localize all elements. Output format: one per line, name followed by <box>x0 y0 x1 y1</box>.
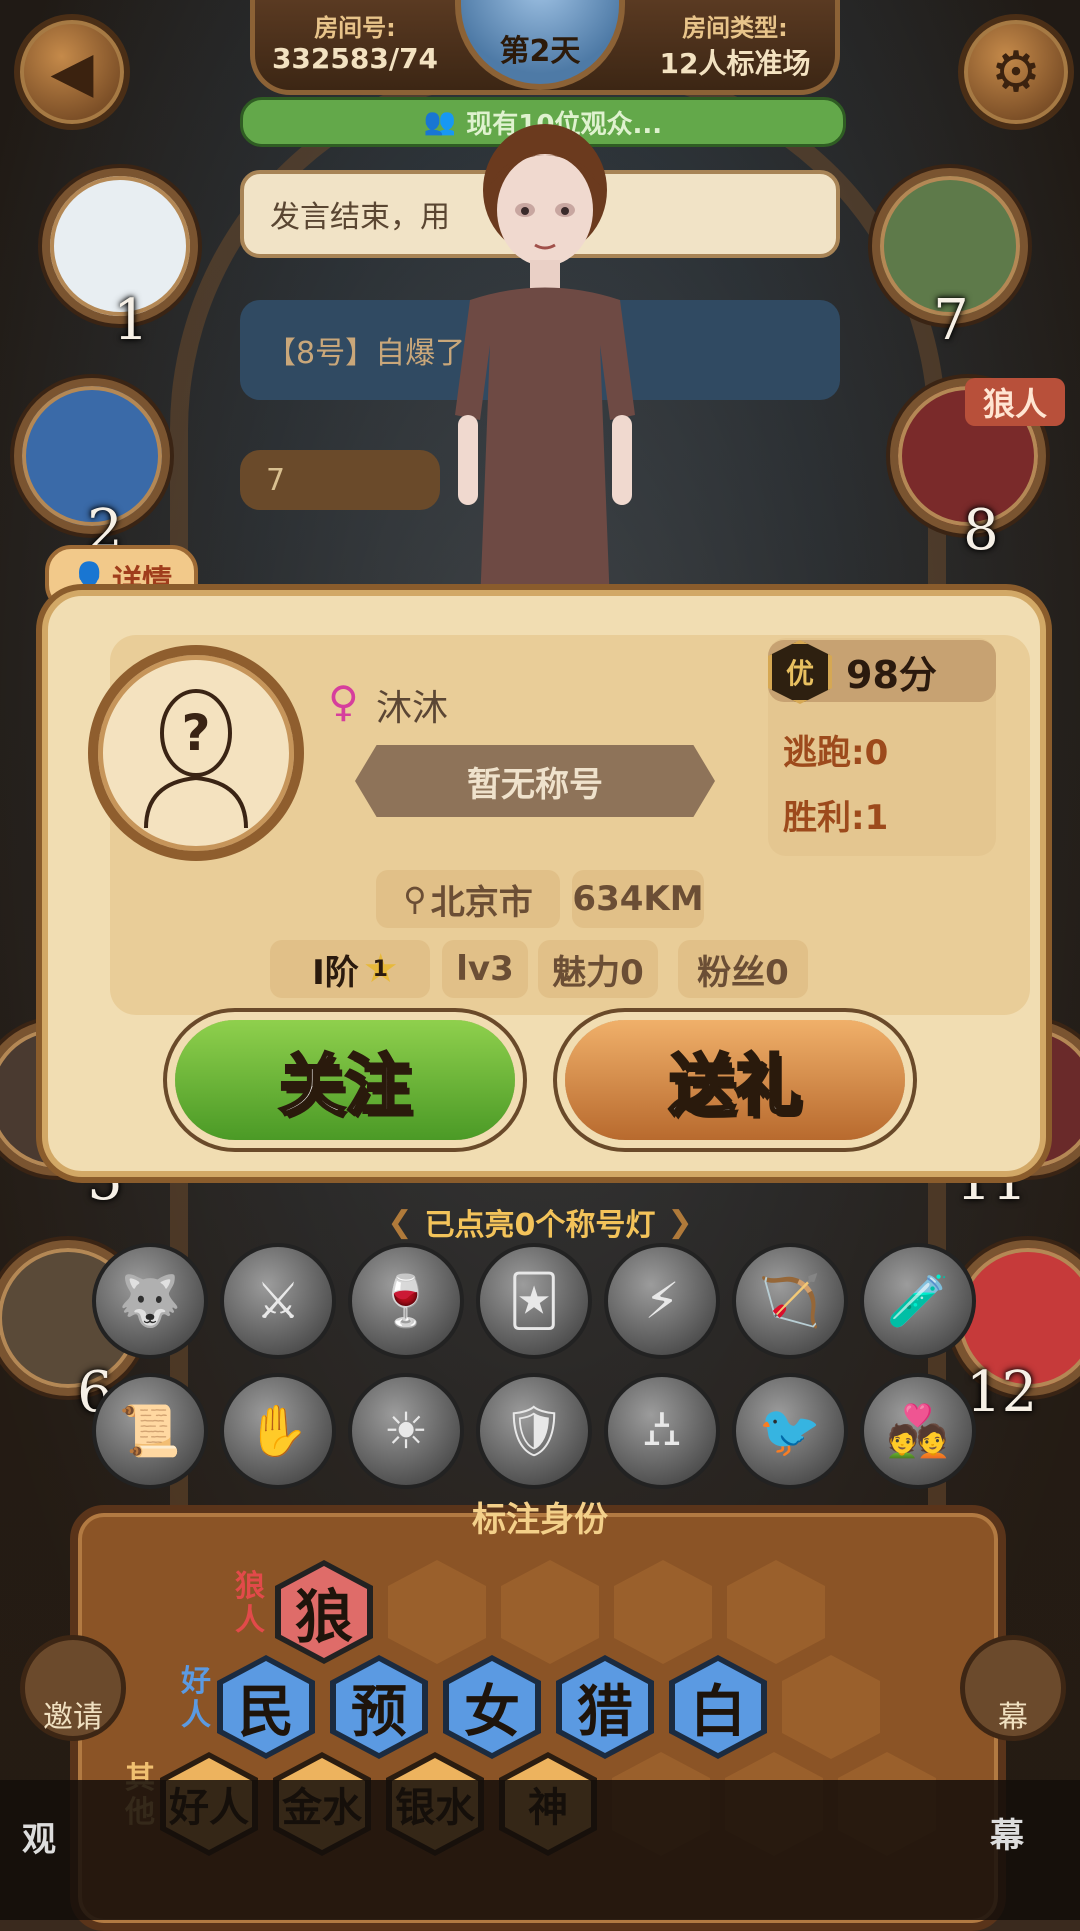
seat-number: 7 <box>933 288 969 353</box>
charm-chip: 魅力0 <box>538 940 658 998</box>
barrage-toggle[interactable]: 幕 <box>990 1808 1024 1857</box>
tombstone-icon[interactable]: ⛼ <box>604 1373 720 1489</box>
player-character <box>455 124 635 605</box>
settings-button[interactable]: ⚙ <box>958 14 1074 130</box>
back-button[interactable]: ◀ <box>14 14 130 130</box>
rank-chip: I阶 ★ 1 <box>270 940 430 998</box>
back-arrow-icon: ◀ <box>50 39 94 105</box>
title-lights-header: ❮ 已点亮0个称号灯 ❯ <box>300 1200 780 1244</box>
nickname: 沐沐 <box>376 688 449 729</box>
room-type: 12人标准场 <box>659 47 811 80</box>
lovers-icon[interactable]: 💑 <box>860 1373 976 1489</box>
mask-cards-icon[interactable]: 🃏 <box>476 1243 592 1359</box>
seat-number: 1 <box>113 288 149 353</box>
room-number-label: 房间号: <box>314 14 396 42</box>
sun-badge-icon[interactable]: ☀ <box>348 1373 464 1489</box>
escape-count: 逃跑:0 <box>783 733 889 773</box>
unknown-avatar-icon: ? <box>144 689 248 828</box>
rank-star-number: 1 <box>372 956 388 982</box>
room-type-label: 房间类型: <box>682 14 788 42</box>
scroll-icon[interactable]: 📜 <box>92 1373 208 1489</box>
top-bar: 房间号: 332583/74 房间类型: 12人标准场 第2天 ◀ ⚙ <box>0 0 1080 130</box>
bottom-bar <box>0 1780 1080 1920</box>
wolf-row-label: 狼人 <box>235 1569 265 1638</box>
barrage-label: 幕 <box>998 1700 1028 1735</box>
female-icon: ♀ <box>328 677 359 726</box>
barrage-button[interactable]: 幕 <box>960 1635 1066 1741</box>
identity-panel-title: 标注身份 <box>472 1499 608 1540</box>
invite-button[interactable]: 邀请 <box>20 1635 126 1741</box>
svg-text:?: ? <box>181 704 210 762</box>
seat-number: 8 <box>963 498 999 563</box>
win-count: 胜利:1 <box>783 798 889 838</box>
hammer-bow-icon[interactable]: 🏹 <box>732 1243 848 1359</box>
identity-mark-label: 女 <box>449 1661 535 1753</box>
watch-label: 观 <box>22 1820 56 1860</box>
identity-mark-label: 白 <box>675 1661 761 1753</box>
location-pin-icon: ⚲ <box>403 880 427 918</box>
identity-mark-label: 民 <box>223 1661 309 1753</box>
identity-mark-label: 预 <box>336 1661 422 1753</box>
werewolf-icon[interactable]: ⚔ <box>220 1243 336 1359</box>
follow-button[interactable]: 关注 <box>175 1020 515 1140</box>
profile-avatar[interactable]: ? <box>88 645 304 861</box>
invite-label: 邀请 <box>43 1700 103 1735</box>
location-text: 北京市 <box>430 882 533 923</box>
good-row-label: 好人 <box>181 1664 211 1733</box>
send-gift-button[interactable]: 送礼 <box>565 1020 905 1140</box>
level-chip: lv3 <box>442 940 528 998</box>
claw-hand-icon[interactable]: ✋ <box>220 1373 336 1489</box>
lightning-icon[interactable]: ⚡ <box>604 1243 720 1359</box>
title-lights-count: 已点亮0个称号灯 <box>424 1208 656 1243</box>
room-number: 332583/74 <box>271 42 439 75</box>
raven-icon[interactable]: 🐦 <box>732 1373 848 1489</box>
shield-sword-icon[interactable]: 🛡 <box>476 1373 592 1489</box>
rank-text: I阶 <box>312 952 359 993</box>
bottles-icon[interactable]: 🧪 <box>860 1243 976 1359</box>
seat-number: 12 <box>966 1360 1038 1425</box>
identity-mark-label: 狼 <box>281 1566 367 1658</box>
wolf-icon[interactable]: 🐺 <box>92 1243 208 1359</box>
day-label: 第2天 <box>499 34 581 69</box>
distance-chip: 634KM <box>572 870 704 928</box>
title-banner: 暂无称号 <box>355 745 715 817</box>
ornament-icon: ❮ <box>387 1204 413 1240</box>
fans-chip: 粉丝0 <box>678 940 808 998</box>
wolf-role-tag: 狼人 <box>965 378 1065 426</box>
identity-mark-label: 猎 <box>562 1661 648 1753</box>
potion-cup-icon[interactable]: 🍷 <box>348 1243 464 1359</box>
ornament-icon: ❯ <box>667 1204 693 1240</box>
location-chip: ⚲ 北京市 <box>376 870 560 928</box>
gear-icon: ⚙ <box>990 39 1042 105</box>
score-value: 98分 <box>846 653 937 697</box>
